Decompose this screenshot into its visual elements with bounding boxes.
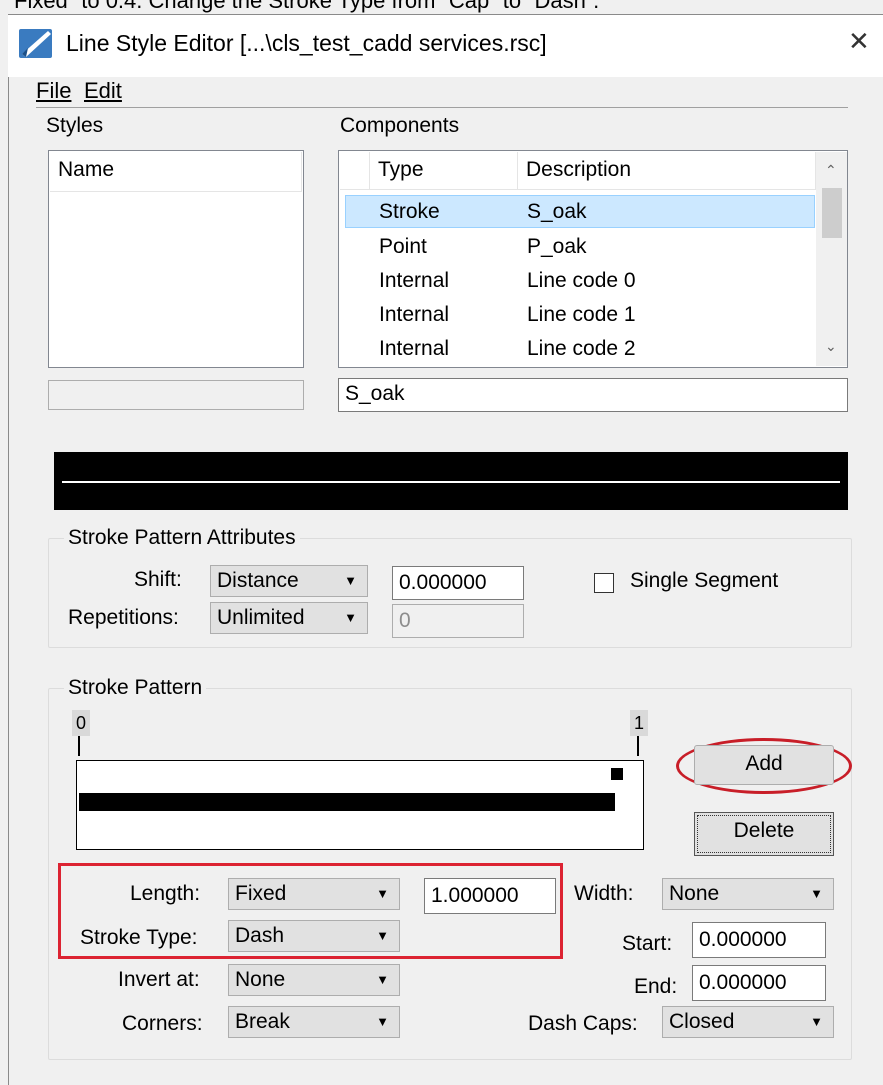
components-header-type-label: Type: [378, 158, 424, 181]
styles-list[interactable]: Name: [48, 150, 304, 368]
component-row-type[interactable]: Internal: [379, 303, 449, 327]
style-name-field: [48, 380, 304, 410]
scroll-up-icon[interactable]: ⌃: [825, 162, 837, 179]
components-scrollbar[interactable]: ⌃ ⌄: [816, 152, 847, 366]
styles-label: Styles: [46, 114, 104, 137]
repetitions-label: Repetitions:: [68, 606, 179, 629]
length-label: Length:: [130, 882, 201, 905]
component-row-description[interactable]: S_oak: [527, 200, 587, 224]
menu-edit-label: Edit: [84, 78, 122, 103]
chevron-down-icon: ▼: [376, 1014, 389, 1029]
invert-at-value: None: [235, 968, 286, 991]
delete-button[interactable]: Delete: [694, 812, 834, 856]
component-row-type[interactable]: Internal: [379, 269, 449, 293]
menu-file-label: File: [36, 78, 72, 103]
menu-edit[interactable]: Edit: [84, 78, 122, 104]
shift-label: Shift:: [134, 568, 182, 591]
end-label: End:: [634, 975, 678, 998]
single-segment-checkbox[interactable]: [594, 573, 614, 593]
menu-separator: [36, 107, 848, 108]
ruler-end-tick: [637, 736, 639, 756]
components-header-description-label: Description: [526, 158, 632, 181]
stroke-type-label: Stroke Type:: [80, 926, 198, 949]
components-label: Components: [340, 114, 460, 137]
styles-header-name-label: Name: [58, 158, 115, 181]
chevron-down-icon: ▼: [344, 610, 357, 625]
length-dropdown[interactable]: Fixed ▼: [228, 878, 400, 910]
corners-dropdown[interactable]: Break ▼: [228, 1006, 400, 1038]
component-row-description[interactable]: P_oak: [527, 235, 587, 259]
scrollbar-thumb[interactable]: [822, 188, 842, 238]
dash-caps-value: Closed: [669, 1010, 735, 1033]
single-segment-label: Single Segment: [630, 569, 779, 592]
width-value: None: [669, 882, 720, 905]
length-amount-field[interactable]: 1.000000: [424, 878, 556, 914]
dash-caps-dropdown[interactable]: Closed ▼: [662, 1006, 834, 1038]
components-header-description[interactable]: Description: [518, 152, 816, 190]
start-label: Start:: [622, 932, 673, 955]
length-value: Fixed: [235, 882, 287, 905]
ruler-start-label: 0: [72, 710, 90, 736]
component-row-type[interactable]: Stroke: [379, 200, 440, 224]
shift-amount-field[interactable]: 0.000000: [392, 566, 524, 600]
component-description-field[interactable]: S_oak: [338, 378, 848, 412]
chevron-down-icon: ▼: [376, 886, 389, 901]
components-list[interactable]: Type Description Stroke S_oak Point P_oa…: [338, 150, 848, 368]
window-title: Line Style Editor [...\cls_test_cadd ser…: [66, 30, 547, 56]
shift-value: Distance: [217, 569, 299, 592]
caption-text: Fixed” to 0.4. Change the Stroke Type fr…: [14, 0, 600, 13]
repetitions-dropdown[interactable]: Unlimited ▼: [210, 602, 368, 634]
menu-file[interactable]: File: [36, 78, 71, 104]
component-row-description[interactable]: Line code 0: [527, 269, 636, 293]
component-row-description[interactable]: Line code 1: [527, 303, 636, 327]
chevron-down-icon: ▼: [376, 972, 389, 987]
styles-header-name[interactable]: Name: [50, 152, 302, 192]
invert-at-dropdown[interactable]: None ▼: [228, 964, 400, 996]
repetitions-value: Unlimited: [217, 606, 305, 629]
corners-label: Corners:: [122, 1012, 203, 1035]
invert-at-label: Invert at:: [118, 968, 200, 991]
chevron-down-icon: ▼: [810, 886, 823, 901]
chevron-down-icon: ▼: [344, 573, 357, 588]
stroke-type-dropdown[interactable]: Dash ▼: [228, 920, 400, 952]
component-row-description[interactable]: Line code 2: [527, 337, 636, 361]
chevron-down-icon: ▼: [376, 928, 389, 943]
ruler-end-label: 1: [630, 710, 648, 736]
ruler-start-tick: [78, 736, 80, 756]
component-row-type[interactable]: Internal: [379, 337, 449, 361]
dash-caps-label: Dash Caps:: [528, 1012, 638, 1035]
shift-dropdown[interactable]: Distance ▼: [210, 565, 368, 597]
width-label: Width:: [574, 882, 634, 905]
stroke-pattern-canvas[interactable]: [76, 760, 644, 850]
component-row-type[interactable]: Point: [379, 235, 427, 259]
width-dropdown[interactable]: None ▼: [662, 878, 834, 910]
app-icon: [18, 26, 54, 60]
line-preview: [54, 452, 848, 510]
dash-stroke-bar[interactable]: [79, 793, 615, 811]
stroke-type-value: Dash: [235, 924, 285, 947]
corners-value: Break: [235, 1010, 290, 1033]
scroll-down-icon[interactable]: ⌄: [825, 338, 837, 355]
end-field[interactable]: 0.000000: [692, 965, 826, 1001]
components-header-spacer: [340, 152, 370, 190]
close-icon[interactable]: ✕: [848, 26, 870, 57]
preview-line: [62, 481, 840, 483]
repetitions-amount-field: 0: [392, 604, 524, 638]
add-button[interactable]: Add: [694, 745, 834, 785]
components-header-type[interactable]: Type: [370, 152, 518, 190]
start-field[interactable]: 0.000000: [692, 922, 826, 958]
pattern-group-title: Stroke Pattern: [64, 676, 207, 700]
stroke-handle[interactable]: [611, 768, 623, 780]
attributes-group-title: Stroke Pattern Attributes: [64, 526, 300, 550]
chevron-down-icon: ▼: [810, 1014, 823, 1029]
